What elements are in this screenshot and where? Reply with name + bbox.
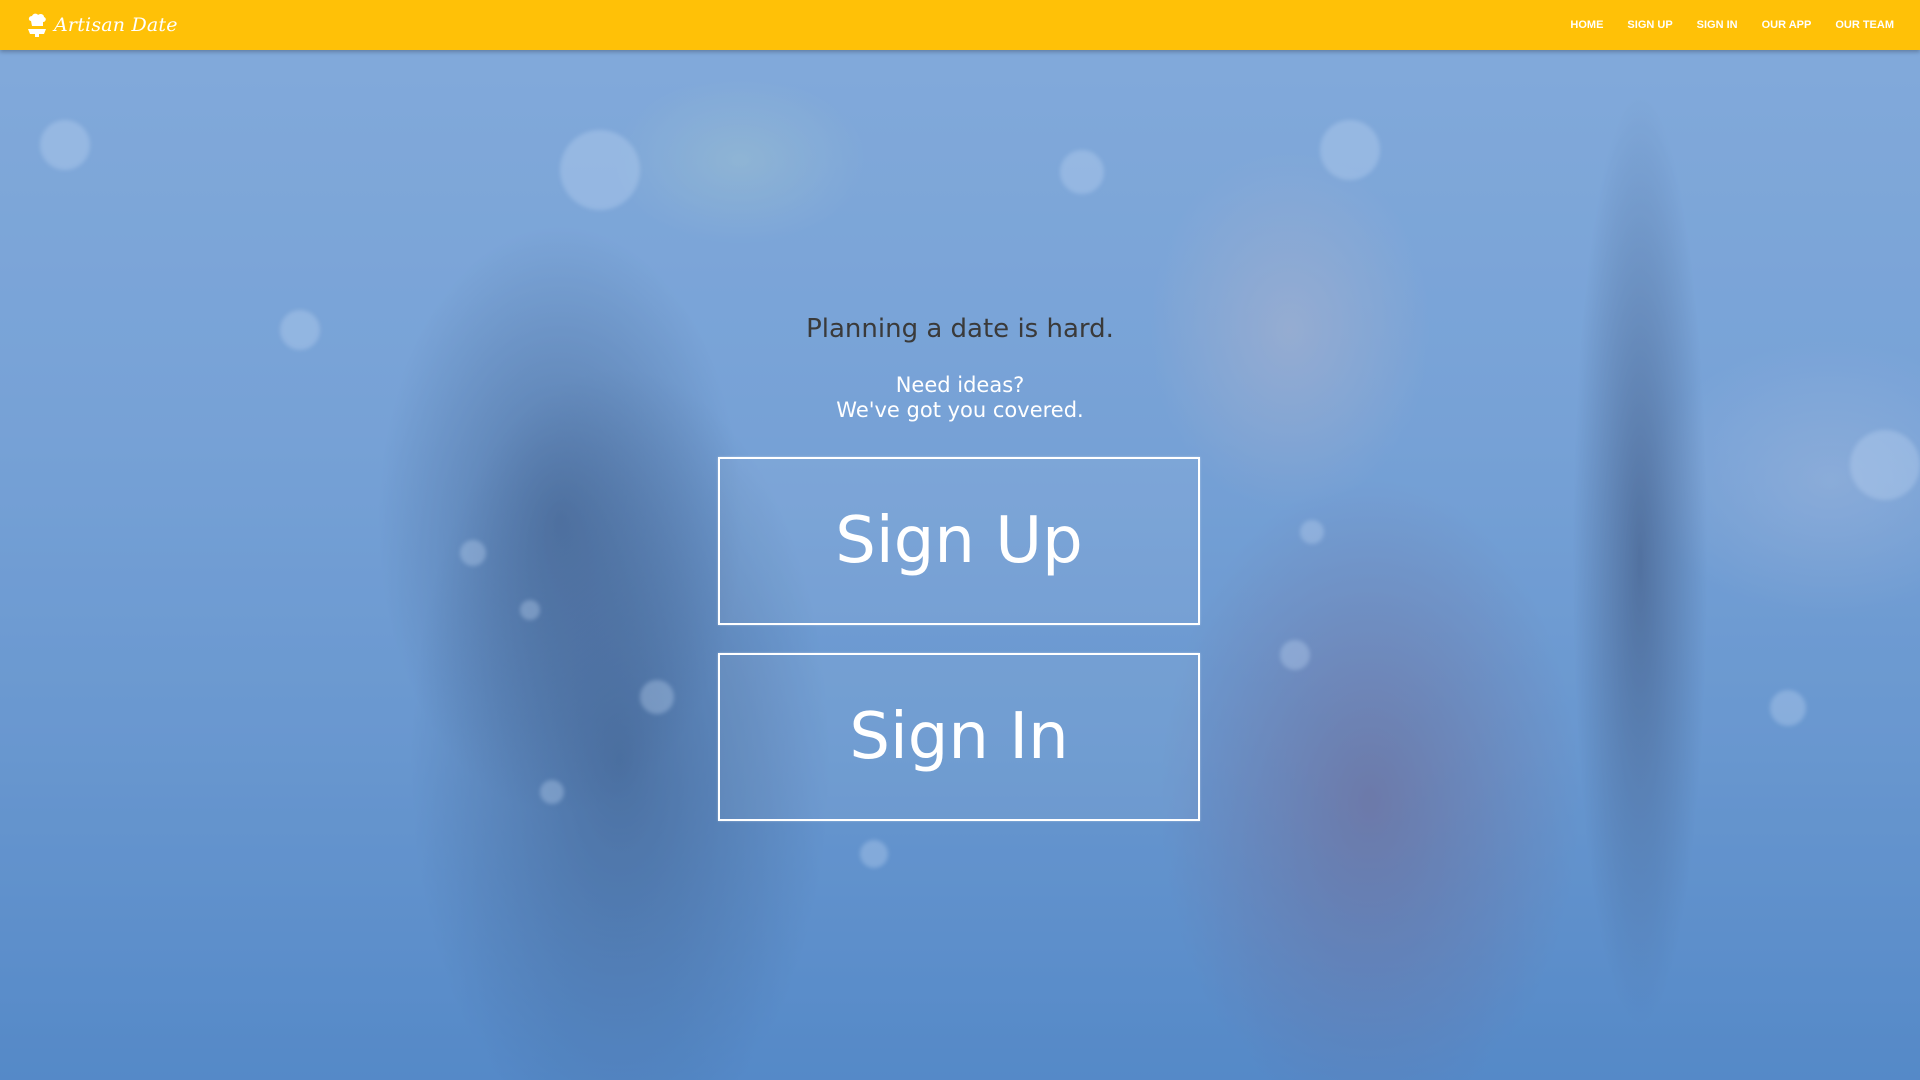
landing-page: Artisan Date HOME SIGN UP SIGN IN OUR AP… — [0, 0, 1920, 1080]
nav-home[interactable]: HOME — [1558, 19, 1615, 31]
brand-logo-link[interactable]: Artisan Date — [26, 9, 178, 41]
subtagline-line-1: Need ideas? — [895, 373, 1025, 397]
hero-section: Planning a date is hard. Need ideas? We'… — [0, 50, 1920, 1080]
nav-our-team[interactable]: OUR TEAM — [1823, 19, 1906, 31]
nav-our-app[interactable]: OUR APP — [1750, 19, 1824, 31]
hero-subtagline: Need ideas? We've got you covered. — [0, 373, 1920, 423]
hero-tagline: Planning a date is hard. — [806, 314, 1114, 344]
nav-sign-in[interactable]: SIGN IN — [1685, 19, 1750, 31]
nav-links: HOME SIGN UP SIGN IN OUR APP OUR TEAM — [1558, 0, 1906, 50]
brand-name: Artisan Date — [54, 14, 178, 36]
top-navbar: Artisan Date HOME SIGN UP SIGN IN OUR AP… — [0, 0, 1920, 50]
sign-in-button[interactable]: Sign In — [718, 653, 1200, 821]
chef-hat-icon — [28, 13, 46, 37]
sign-up-button[interactable]: Sign Up — [718, 457, 1200, 625]
subtagline-line-2: We've got you covered. — [836, 398, 1084, 422]
nav-sign-up[interactable]: SIGN UP — [1615, 19, 1684, 31]
